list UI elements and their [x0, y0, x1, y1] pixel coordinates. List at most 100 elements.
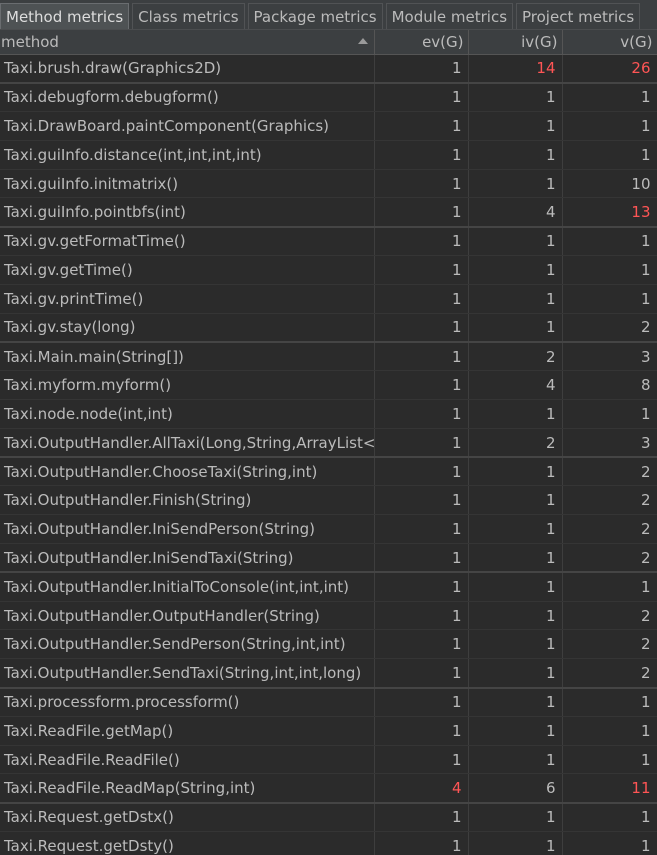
table-row[interactable]: Taxi.guiInfo.distance(int,int,int,int) 1 1…	[0, 140, 657, 170]
cell-method: Taxi.myform.myform()	[0, 370, 375, 401]
table-row[interactable]: Taxi.OutputHandler.SendPerson(String,int…	[0, 629, 657, 660]
table-row[interactable]: Taxi.Request.getDsty() 1 1 1	[0, 831, 657, 855]
column-header-iv[interactable]: iv(G)	[468, 30, 563, 55]
cell-iv: 1	[468, 802, 563, 833]
method-metrics-table: method ev(G) iv(G) v(G) Taxi.brush.draw(…	[0, 30, 657, 855]
table-row[interactable]: Taxi.gv.stay(long) 1 1 2	[0, 313, 657, 343]
cell-iv: 1	[468, 572, 563, 602]
column-header-v[interactable]: v(G)	[562, 30, 657, 55]
table-row[interactable]: Taxi.OutputHandler.ChooseTaxi(String,int…	[0, 457, 657, 487]
cell-iv: 1	[468, 543, 563, 574]
cell-iv: 1	[468, 629, 563, 660]
cell-v: 2	[562, 658, 657, 689]
cell-v: 26	[562, 54, 657, 84]
cell-iv: 1	[468, 514, 563, 545]
cell-ev: 1	[374, 140, 469, 170]
table-row[interactable]: Taxi.OutputHandler.AllTaxi(Long,String,A…	[0, 428, 657, 459]
cell-ev: 1	[374, 169, 469, 199]
cell-ev: 1	[374, 370, 469, 401]
table-row[interactable]: Taxi.Main.main(String[]) 1 2 3	[0, 341, 657, 372]
cell-iv: 1	[468, 485, 563, 516]
table-row[interactable]: Taxi.OutputHandler.IniSendPerson(String)…	[0, 514, 657, 545]
table-row[interactable]: Taxi.OutputHandler.IniSendTaxi(String) 1 1…	[0, 543, 657, 574]
table-row[interactable]: Taxi.DrawBoard.paintComponent(Graphics) 1…	[0, 111, 657, 141]
column-header-label: v(G)	[620, 32, 653, 51]
cell-ev: 1	[374, 572, 469, 602]
cell-iv: 1	[468, 716, 563, 746]
table-row[interactable]: Taxi.OutputHandler.SendTaxi(String,int,i…	[0, 658, 657, 689]
cell-v: 11	[562, 773, 657, 804]
cell-v: 1	[562, 255, 657, 285]
cell-ev: 1	[374, 428, 469, 459]
cell-v: 1	[562, 745, 657, 775]
cell-method: Taxi.ReadFile.ReadFile()	[0, 745, 375, 775]
cell-v: 1	[562, 802, 657, 833]
table-row[interactable]: Taxi.guiInfo.initmatrix() 1 1 10	[0, 169, 657, 199]
cell-ev: 1	[374, 658, 469, 689]
table-row[interactable]: Taxi.Request.getDstx() 1 1 1	[0, 802, 657, 833]
column-header-ev[interactable]: ev(G)	[374, 30, 469, 55]
table-row[interactable]: Taxi.gv.printTime() 1 1 1	[0, 284, 657, 314]
cell-method: Taxi.DrawBoard.paintComponent(Graphics)	[0, 111, 375, 141]
table-row[interactable]: Taxi.ReadFile.getMap() 1 1 1	[0, 716, 657, 746]
tab-module-metrics[interactable]: Module metrics	[385, 3, 514, 29]
cell-iv: 1	[468, 687, 563, 717]
cell-iv: 1	[468, 82, 563, 113]
cell-iv: 1	[468, 313, 563, 343]
cell-v: 2	[562, 514, 657, 545]
cell-v: 1	[562, 399, 657, 429]
cell-ev: 1	[374, 831, 469, 855]
cell-v: 2	[562, 629, 657, 660]
tab-project-metrics[interactable]: Project metrics	[516, 3, 641, 29]
table-row[interactable]: Taxi.debugform.debugform() 1 1 1	[0, 82, 657, 113]
table-row[interactable]: Taxi.gv.getTime() 1 1 1	[0, 255, 657, 285]
cell-ev: 1	[374, 687, 469, 717]
cell-v: 1	[562, 140, 657, 170]
cell-v: 10	[562, 169, 657, 199]
column-header-method[interactable]: method	[0, 30, 375, 55]
cell-v: 1	[562, 716, 657, 746]
tab-package-metrics[interactable]: Package metrics	[247, 3, 383, 29]
sort-ascending-icon	[357, 38, 368, 44]
cell-ev: 1	[374, 341, 469, 372]
tab-class-metrics[interactable]: Class metrics	[132, 3, 245, 29]
cell-method: Taxi.OutputHandler.InitialToConsole(int,…	[0, 572, 375, 602]
table-header: method ev(G) iv(G) v(G)	[0, 30, 657, 55]
table-row[interactable]: Taxi.guiInfo.pointbfs(int) 1 4 13	[0, 197, 657, 228]
cell-ev: 1	[374, 197, 469, 228]
cell-ev: 1	[374, 485, 469, 516]
cell-method: Taxi.OutputHandler.SendPerson(String,int…	[0, 629, 375, 660]
cell-ev: 4	[374, 773, 469, 804]
cell-iv: 1	[468, 226, 563, 257]
cell-method: Taxi.guiInfo.pointbfs(int)	[0, 197, 375, 228]
table-row[interactable]: Taxi.myform.myform() 1 4 8	[0, 370, 657, 401]
table-row[interactable]: Taxi.gv.getFormatTime() 1 1 1	[0, 226, 657, 257]
table-row[interactable]: Taxi.brush.draw(Graphics2D) 1 14 26	[0, 54, 657, 84]
table-row[interactable]: Taxi.OutputHandler.OutputHandler(String)…	[0, 601, 657, 631]
tab-method-metrics[interactable]: Method metrics	[0, 3, 130, 29]
table-row[interactable]: Taxi.OutputHandler.InitialToConsole(int,…	[0, 572, 657, 602]
table-row[interactable]: Taxi.OutputHandler.Finish(String) 1 1 2	[0, 485, 657, 516]
cell-iv: 1	[468, 658, 563, 689]
cell-method: Taxi.node.node(int,int)	[0, 399, 375, 429]
cell-method: Taxi.ReadFile.getMap()	[0, 716, 375, 746]
cell-method: Taxi.Request.getDstx()	[0, 802, 375, 833]
table-body: Taxi.brush.draw(Graphics2D) 1 14 26 Taxi.deb…	[0, 54, 657, 855]
cell-method: Taxi.Main.main(String[])	[0, 341, 375, 372]
cell-iv: 6	[468, 773, 563, 804]
cell-iv: 1	[468, 601, 563, 631]
cell-method: Taxi.OutputHandler.AllTaxi(Long,String,A…	[0, 428, 375, 459]
cell-iv: 2	[468, 428, 563, 459]
cell-method: Taxi.debugform.debugform()	[0, 82, 375, 113]
cell-v: 1	[562, 572, 657, 602]
cell-method: Taxi.gv.printTime()	[0, 284, 375, 314]
cell-ev: 1	[374, 82, 469, 113]
cell-ev: 1	[374, 54, 469, 84]
table-row[interactable]: Taxi.ReadFile.ReadMap(String,int) 4 6 11	[0, 773, 657, 804]
cell-iv: 1	[468, 169, 563, 199]
table-row[interactable]: Taxi.processform.processform() 1 1 1	[0, 687, 657, 717]
table-row[interactable]: Taxi.node.node(int,int) 1 1 1	[0, 399, 657, 429]
table-row[interactable]: Taxi.ReadFile.ReadFile() 1 1 1	[0, 745, 657, 775]
cell-ev: 1	[374, 802, 469, 833]
cell-v: 13	[562, 197, 657, 228]
